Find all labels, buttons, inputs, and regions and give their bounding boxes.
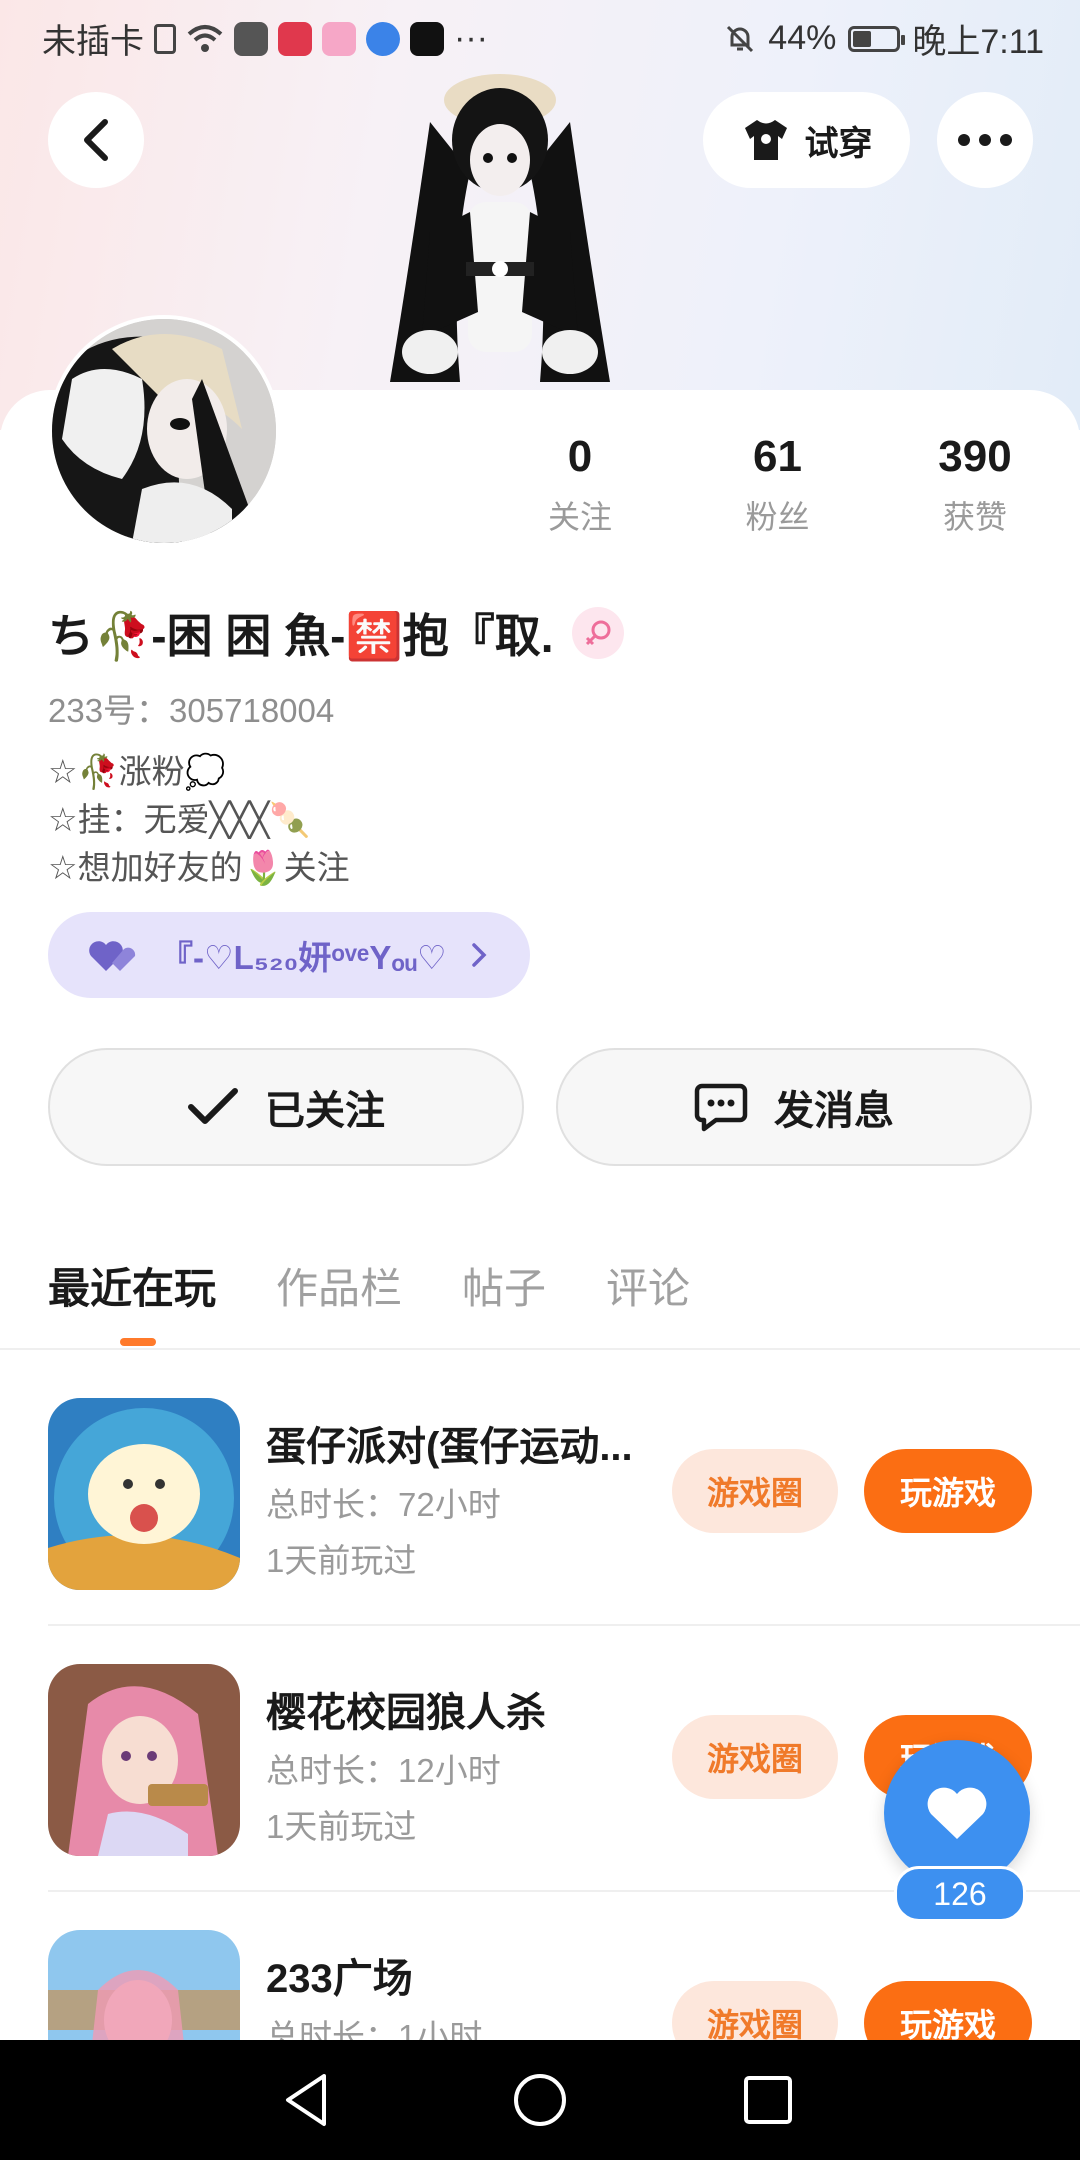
chevron-right-icon xyxy=(471,943,487,967)
try-on-label: 试穿 xyxy=(804,124,873,163)
stat-following-label: 关注 xyxy=(547,499,612,535)
game-title: 樱花校园狼人杀 xyxy=(266,1691,546,1735)
guardian-name: 『-♡L₅₂₀妍ᵒᵛᵉYₒᵤ♡ xyxy=(160,939,447,976)
followed-label: 已关注 xyxy=(265,1089,385,1133)
active-tab-indicator xyxy=(120,1338,156,1346)
battery-icon xyxy=(848,25,906,52)
back-arrow-icon xyxy=(84,119,108,161)
shirt-icon xyxy=(744,120,787,160)
more-notifications-icon: ··· xyxy=(454,19,488,57)
more-options-button[interactable] xyxy=(937,92,1033,188)
game-icon-233-plaza xyxy=(48,1930,240,2040)
book-app-icon xyxy=(278,21,312,56)
row-divider xyxy=(48,1624,1080,1626)
tab-recently-played[interactable]: 最近在玩 xyxy=(48,1255,216,1316)
profile-tabs: 最近在玩 作品栏 帖子 评论 xyxy=(48,1255,690,1316)
tab-posts[interactable]: 帖子 xyxy=(462,1255,546,1316)
sim-icon xyxy=(154,23,176,54)
game-title: 233广场 xyxy=(266,1957,413,2001)
stat-fans-label: 粉丝 xyxy=(745,499,810,535)
bio-line: ☆想加好友的🌷关注 xyxy=(48,849,350,886)
bio: ☆🥀涨粉💭 ☆挂：无爱╳╳╳🍡 ☆想加好友的🌷关注 xyxy=(48,748,350,892)
system-navigation-bar xyxy=(0,2040,1080,2160)
like-count: 126 xyxy=(894,1866,1026,1922)
game-list-item[interactable]: 蛋仔派对(蛋仔运动... 总时长：72小时 1天前玩过 游戏圈 玩游戏 xyxy=(48,1398,1032,1590)
game-list-item[interactable]: 233广场 总时长：1小时 游戏圈 玩游戏 xyxy=(48,1930,1032,2040)
stat-following-count: 0 xyxy=(567,432,593,481)
status-right: 44% 晚上7:11 xyxy=(724,14,1044,63)
nav-recents-icon[interactable] xyxy=(736,2068,800,2132)
stat-likes-count: 390 xyxy=(938,432,1012,481)
play-game-button[interactable]: 玩游戏 xyxy=(864,1981,1032,2040)
chat-bubble-icon xyxy=(694,1083,748,1132)
capcut-app-icon xyxy=(410,21,444,56)
game-circle-button[interactable]: 游戏圈 xyxy=(672,1715,838,1799)
game-last-played: 1天前玩过 xyxy=(266,1808,417,1845)
nav-home-icon[interactable] xyxy=(508,2068,572,2132)
battery-fill xyxy=(853,30,872,47)
game-circle-button[interactable]: 游戏圈 xyxy=(672,1449,838,1533)
bio-line: ☆🥀涨粉💭 xyxy=(48,753,226,790)
send-message-button[interactable]: 发消息 xyxy=(556,1048,1032,1166)
game-icon-eggy-party xyxy=(48,1398,240,1590)
more-dots-icon xyxy=(958,134,1012,146)
double-heart-icon xyxy=(89,941,136,971)
avatar-character-figure[interactable] xyxy=(370,62,630,392)
carrier-text: 未插卡 xyxy=(42,23,144,61)
nickname: ち🥀-困 困 魚-🈲抱『取. xyxy=(48,610,554,662)
browser-app-icon xyxy=(366,21,400,56)
clock: 晚上7:11 xyxy=(912,23,1044,61)
stat-following[interactable]: 0 关注 xyxy=(505,432,655,538)
game-icon-sakura-school xyxy=(48,1664,240,1856)
game-duration: 总时长：72小时 xyxy=(266,1486,501,1523)
avatar-image xyxy=(52,319,276,543)
game-last-played: 1天前玩过 xyxy=(266,1542,417,1579)
send-message-label: 发消息 xyxy=(774,1089,894,1133)
profile-stats: 0 关注 61 粉丝 390 获赞 xyxy=(505,432,1050,538)
stat-fans-count: 61 xyxy=(753,432,802,481)
check-icon xyxy=(188,1088,238,1124)
stat-likes-label: 获赞 xyxy=(942,499,1007,535)
user-id[interactable]: 233号：305718004 xyxy=(48,684,334,732)
app-notification-icon xyxy=(234,21,268,56)
wifi-icon xyxy=(187,24,223,52)
nickname-row: ち🥀-困 困 魚-🈲抱『取. xyxy=(48,600,624,666)
game-title: 蛋仔派对(蛋仔运动... xyxy=(266,1425,633,1469)
play-game-button[interactable]: 玩游戏 xyxy=(864,1449,1032,1533)
heart-icon xyxy=(927,1787,987,1839)
stat-likes[interactable]: 390 获赞 xyxy=(900,432,1050,538)
tab-works[interactable]: 作品栏 xyxy=(276,1255,402,1316)
guardian-chip[interactable]: 『-♡L₅₂₀妍ᵒᵛᵉYₒᵤ♡ xyxy=(48,912,530,998)
bio-line: ☆挂：无爱╳╳╳🍡 xyxy=(48,801,311,838)
status-left: 未插卡 ··· xyxy=(42,14,488,63)
game-circle-button[interactable]: 游戏圈 xyxy=(672,1981,838,2040)
game-duration: 总时长：12小时 xyxy=(266,1752,501,1789)
stat-fans[interactable]: 61 粉丝 xyxy=(703,432,853,538)
nav-back-icon[interactable] xyxy=(276,2068,340,2132)
mute-bell-icon xyxy=(727,25,754,52)
tabs-divider xyxy=(0,1348,1080,1350)
video-app-icon xyxy=(322,21,356,56)
followed-button[interactable]: 已关注 xyxy=(48,1048,524,1166)
female-gender-icon xyxy=(571,607,624,659)
tab-comments[interactable]: 评论 xyxy=(606,1255,690,1316)
battery-percent: 44% xyxy=(768,19,837,57)
back-button[interactable] xyxy=(48,92,144,188)
try-on-button[interactable]: 试穿 xyxy=(703,92,910,188)
game-duration: 总时长：1小时 xyxy=(266,2018,483,2040)
avatar[interactable] xyxy=(48,315,280,547)
like-button[interactable] xyxy=(884,1740,1030,1886)
